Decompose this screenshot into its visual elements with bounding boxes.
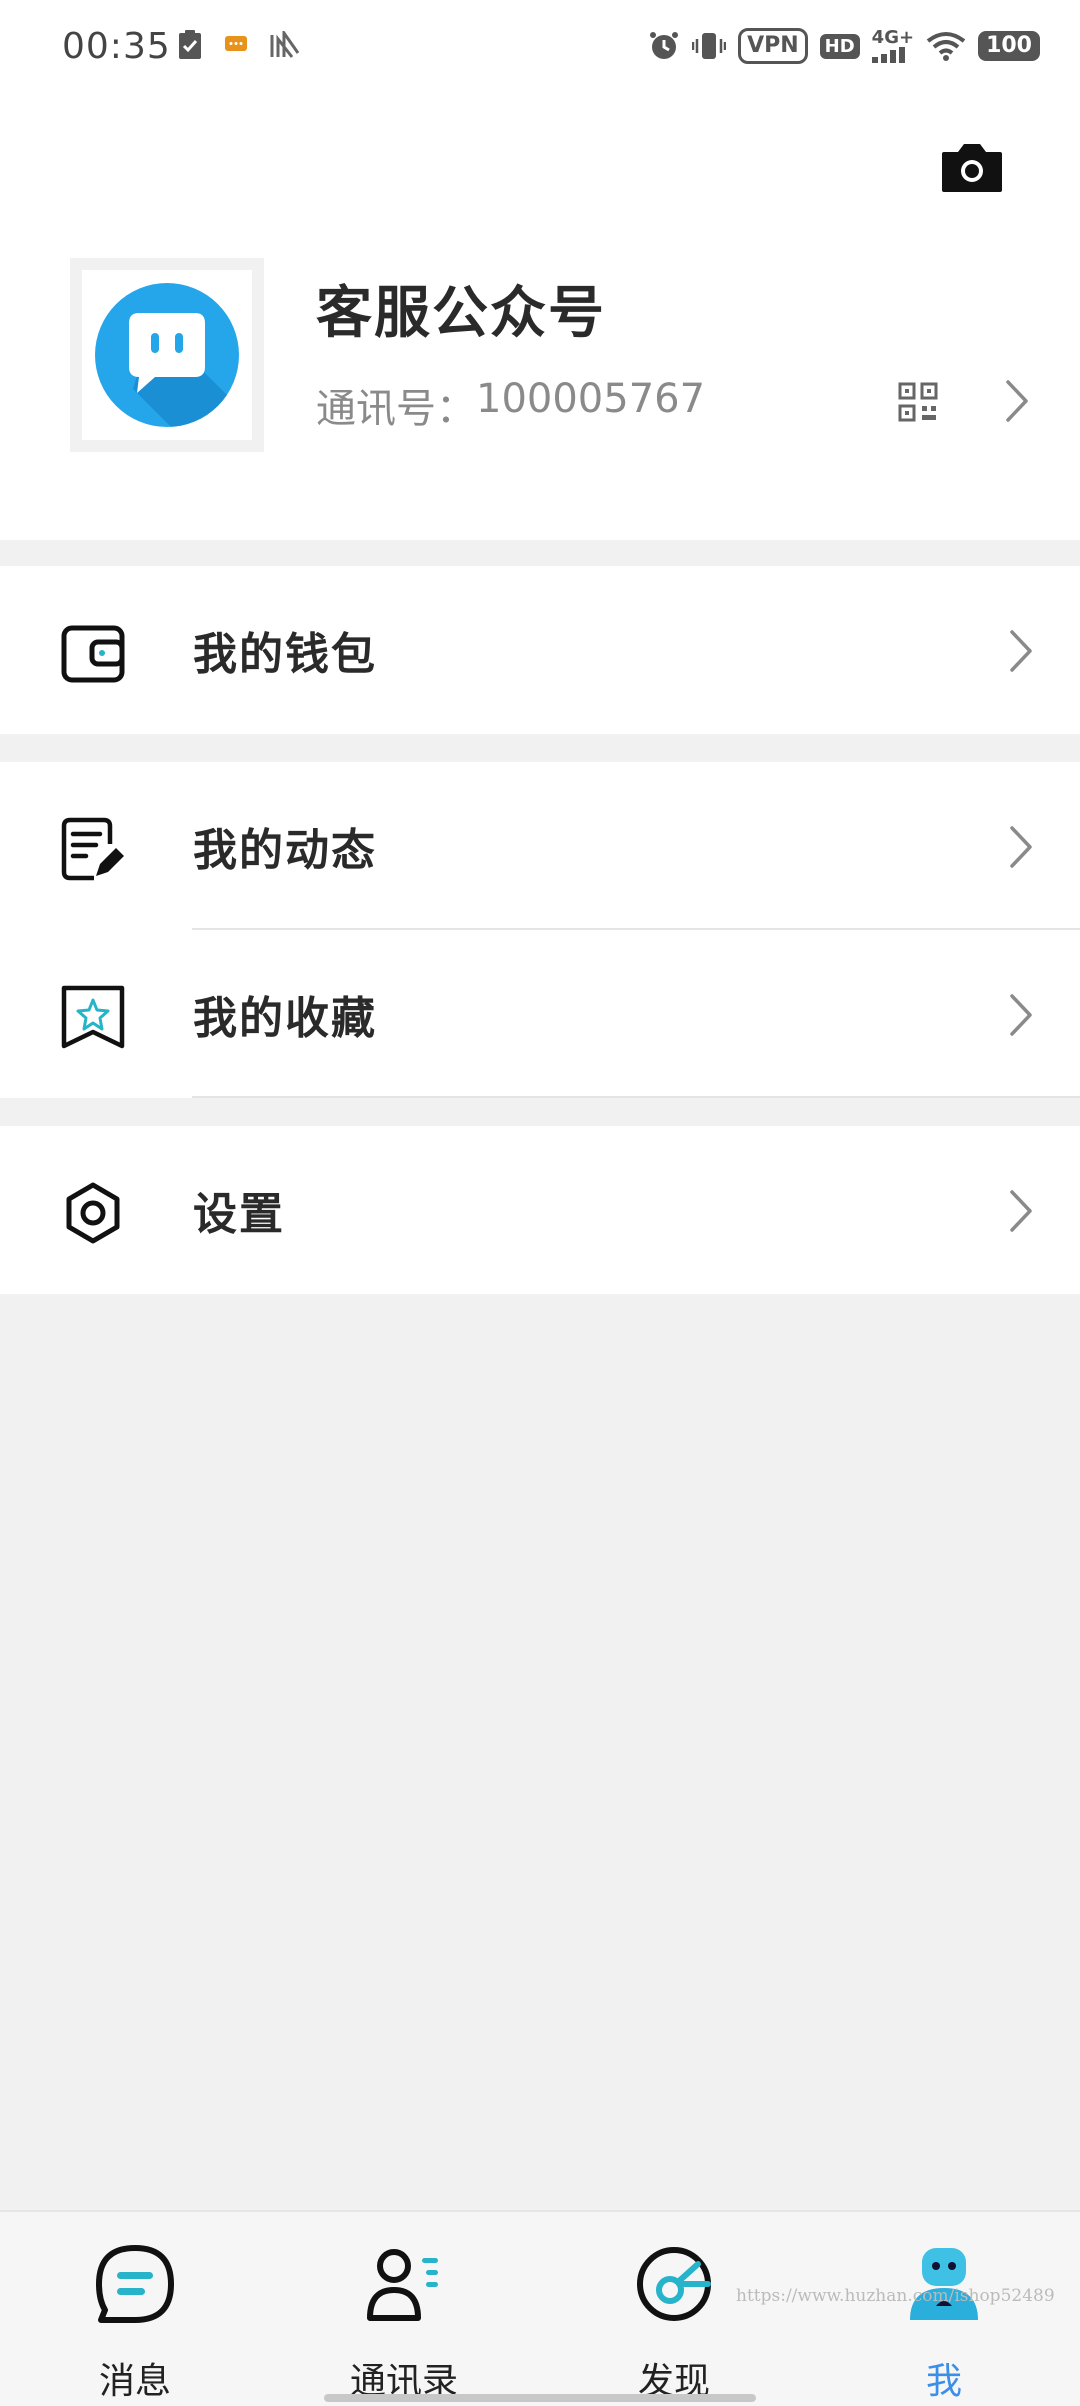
account-id-label: 通讯号：	[316, 386, 476, 432]
nav-label: 我	[925, 2361, 962, 2402]
signal-app-icon	[270, 31, 300, 58]
menu-label-wallet: 我的钱包	[193, 629, 377, 680]
profile-header: 客服公众号 通讯号： 100005767	[0, 100, 1080, 540]
vibrate-icon	[692, 33, 727, 59]
status-time: 00:35	[62, 26, 171, 67]
menu-item-settings[interactable]: 设置	[0, 1126, 1080, 1294]
menu-label-favorites: 我的收藏	[193, 993, 377, 1044]
menu-group-content: 我的动态 我的收藏	[0, 762, 1080, 1098]
network-type: 4G+	[871, 27, 915, 48]
chat-bubble-notification-icon	[225, 36, 247, 51]
message-icon	[96, 2245, 174, 2323]
menu-divider	[192, 1096, 1080, 1098]
contacts-icon	[367, 2249, 438, 2321]
nav-tab-contacts[interactable]: 通讯录	[304, 2212, 504, 2406]
vpn-indicator: VPN	[738, 28, 808, 64]
chevron-right-icon	[1010, 1190, 1032, 1232]
profile-name: 客服公众号	[316, 281, 606, 346]
menu-item-moments[interactable]: 我的动态	[0, 762, 1080, 930]
avatar[interactable]	[70, 258, 264, 452]
camera-icon[interactable]	[940, 140, 1004, 194]
status-left-icons	[178, 30, 300, 60]
menu-label-moments: 我的动态	[193, 825, 377, 876]
qr-code-icon[interactable]	[898, 382, 938, 422]
settings-hexagon-icon	[66, 1182, 120, 1244]
discover-icon	[637, 2247, 711, 2321]
menu-item-wallet[interactable]: 我的钱包	[0, 566, 1080, 734]
chat-robot-avatar-icon	[95, 283, 239, 427]
nav-label: 消息	[98, 2361, 171, 2402]
chevron-right-icon	[1010, 826, 1032, 868]
menu-group-settings: 设置	[0, 1126, 1080, 1294]
account-id-value: 100005767	[476, 376, 706, 422]
menu-label-settings: 设置	[193, 1189, 285, 1240]
alarm-icon	[650, 32, 679, 59]
clipboard-check-icon	[179, 30, 201, 59]
status-bar: 00:35 VPN HD 4G+ 100	[0, 0, 1080, 100]
menu-item-favorites[interactable]: 我的收藏	[0, 930, 1080, 1098]
battery-indicator: 100	[978, 31, 1040, 61]
watermark-text: https://www.huzhan.com/ishop52489	[736, 2286, 1055, 2306]
nav-tab-messages[interactable]: 消息	[35, 2212, 235, 2406]
status-right-icons: VPN HD 4G+ 100	[648, 28, 1040, 64]
nav-tab-discover[interactable]: 发现	[574, 2212, 774, 2406]
bookmark-star-icon	[61, 985, 125, 1049]
nav-tab-me[interactable]: 我	[844, 2212, 1044, 2406]
home-indicator	[324, 2394, 756, 2402]
menu-group-wallet: 我的钱包	[0, 566, 1080, 734]
wallet-icon	[61, 625, 125, 683]
edit-document-icon	[61, 817, 124, 881]
signal-bars-icon	[871, 47, 905, 63]
chevron-right-icon[interactable]	[1002, 376, 1032, 426]
hd-indicator: HD	[819, 33, 860, 59]
profile-account-id: 通讯号： 100005767	[316, 376, 705, 434]
cellular-signal: 4G+	[871, 27, 915, 63]
me-icon	[910, 2248, 978, 2320]
bottom-nav: 消息 通讯录 发现 我	[0, 2210, 1080, 2406]
chevron-right-icon	[1010, 994, 1032, 1036]
chevron-right-icon	[1010, 630, 1032, 672]
wifi-icon	[926, 32, 966, 61]
